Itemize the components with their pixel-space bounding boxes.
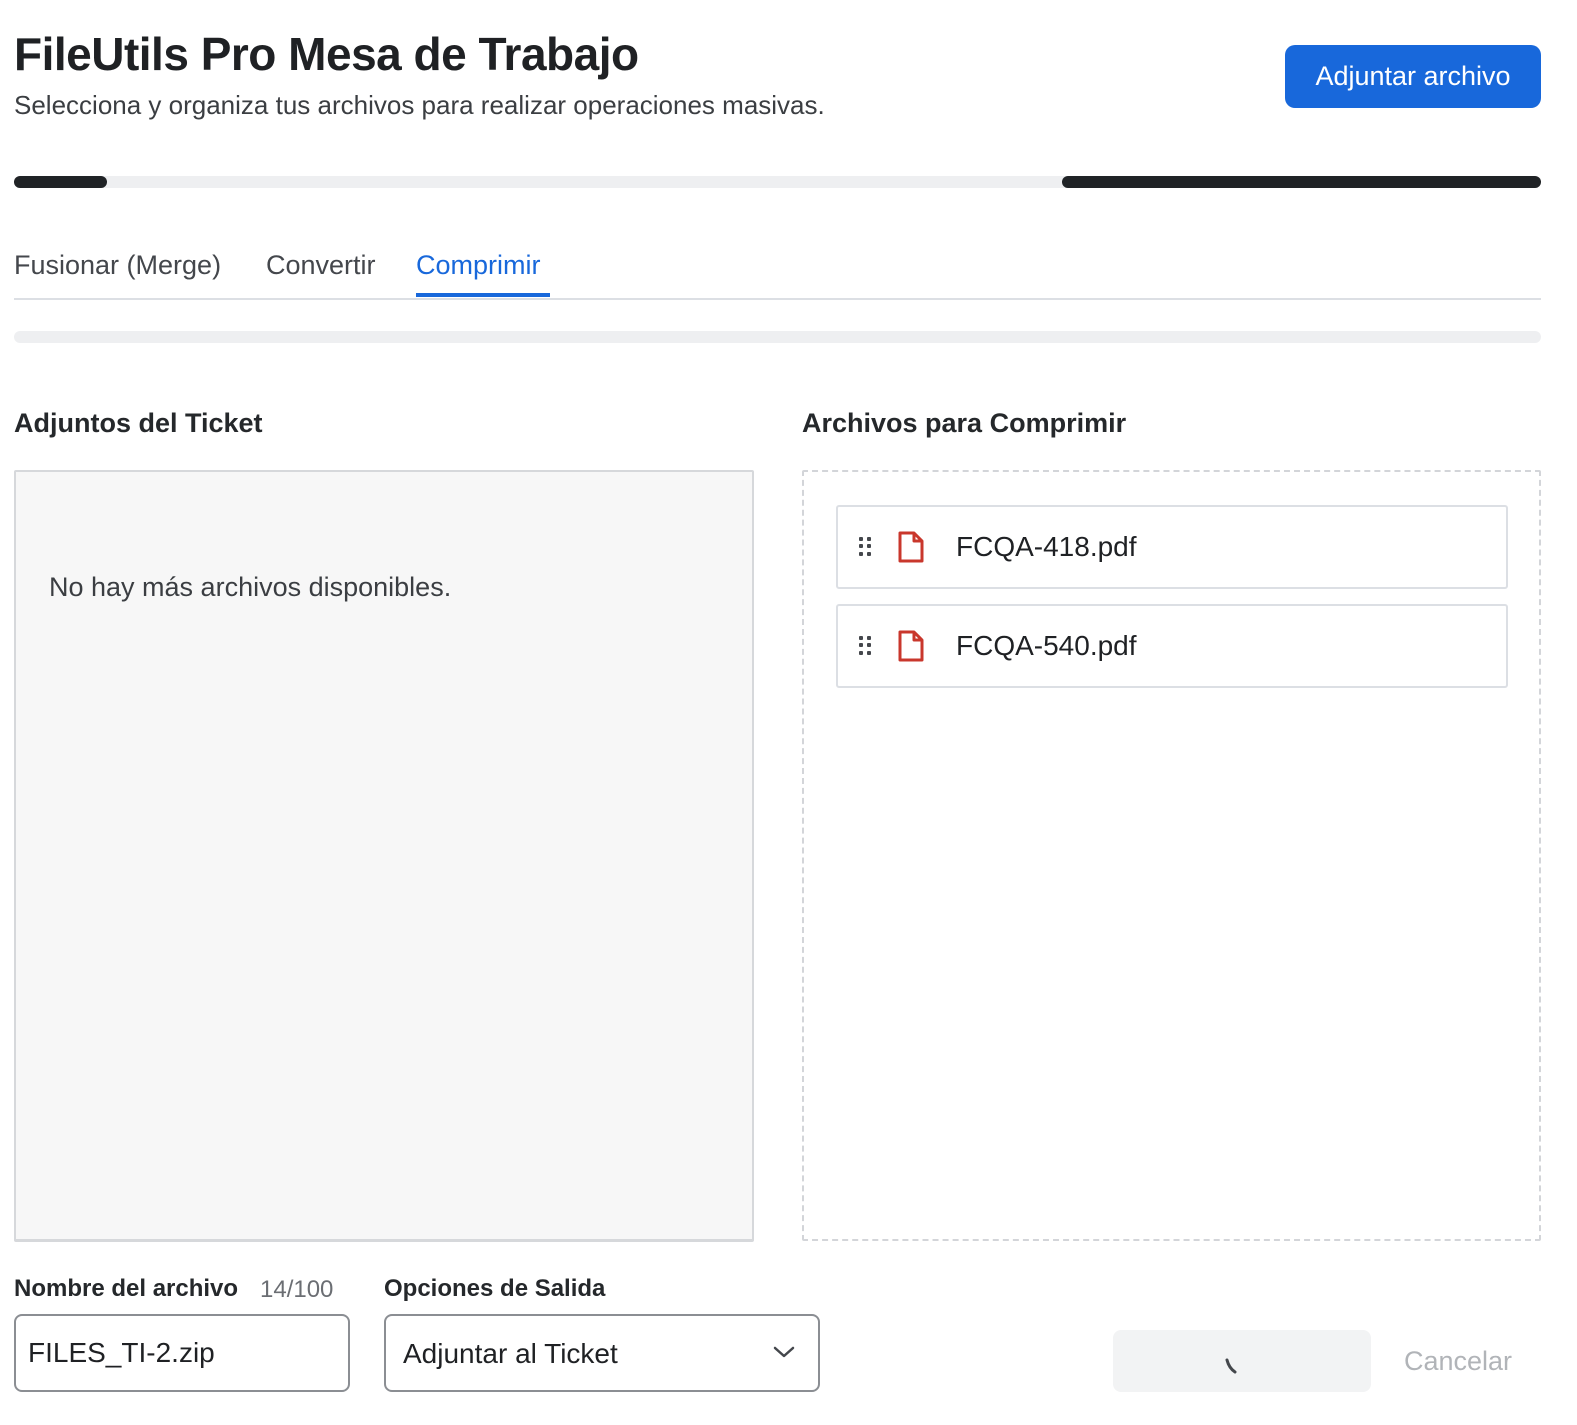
progress-segment-end: [1062, 176, 1541, 188]
attach-file-button[interactable]: Adjuntar archivo: [1285, 45, 1541, 108]
file-name: FCQA-540.pdf: [956, 630, 1137, 661]
submit-button-loading[interactable]: [1113, 1330, 1371, 1392]
empty-state-message: No hay más archivos disponibles.: [49, 572, 452, 602]
ticket-attachments-title: Adjuntos del Ticket: [14, 408, 263, 438]
loading-spinner-icon: [1225, 1358, 1237, 1374]
files-to-compress-title: Archivos para Comprimir: [802, 408, 1127, 438]
tab-convert[interactable]: Convertir: [266, 250, 376, 281]
filename-input[interactable]: [14, 1314, 350, 1392]
progress-track: [14, 176, 1541, 188]
page-title: FileUtils Pro Mesa de Trabajo: [14, 28, 639, 80]
tab-compress[interactable]: Comprimir: [416, 250, 541, 281]
output-options-select[interactable]: Adjuntar al Ticket: [384, 1314, 820, 1392]
drag-handle-icon[interactable]: [859, 636, 871, 656]
section-divider: [14, 331, 1541, 343]
operation-tabs: Fusionar (Merge) Convertir Comprimir: [14, 240, 1541, 300]
file-name: FCQA-418.pdf: [956, 531, 1137, 562]
page-subtitle: Selecciona y organiza tus archivos para …: [14, 90, 825, 120]
active-tab-indicator: [416, 293, 550, 297]
filename-label: Nombre del archivo: [14, 1275, 239, 1302]
tab-merge[interactable]: Fusionar (Merge): [14, 250, 221, 281]
pdf-file-icon: [898, 630, 924, 662]
output-options-label: Opciones de Salida: [384, 1275, 606, 1302]
progress-segment-start: [14, 176, 107, 188]
cancel-button[interactable]: Cancelar: [1404, 1346, 1512, 1377]
drag-handle-icon[interactable]: [859, 537, 871, 557]
files-drop-zone[interactable]: FCQA-418.pdf FCQA-540.pdf: [802, 470, 1541, 1241]
chevron-down-icon: [773, 1346, 795, 1358]
output-options-value: Adjuntar al Ticket: [403, 1338, 618, 1369]
file-list-item[interactable]: FCQA-540.pdf: [836, 604, 1508, 688]
file-list-item[interactable]: FCQA-418.pdf: [836, 505, 1508, 589]
pdf-file-icon: [898, 531, 924, 563]
ticket-attachments-panel: No hay más archivos disponibles.: [14, 470, 754, 1242]
filename-char-counter: 14/100: [260, 1276, 334, 1303]
page-header: FileUtils Pro Mesa de Trabajo Selecciona…: [14, 24, 825, 121]
